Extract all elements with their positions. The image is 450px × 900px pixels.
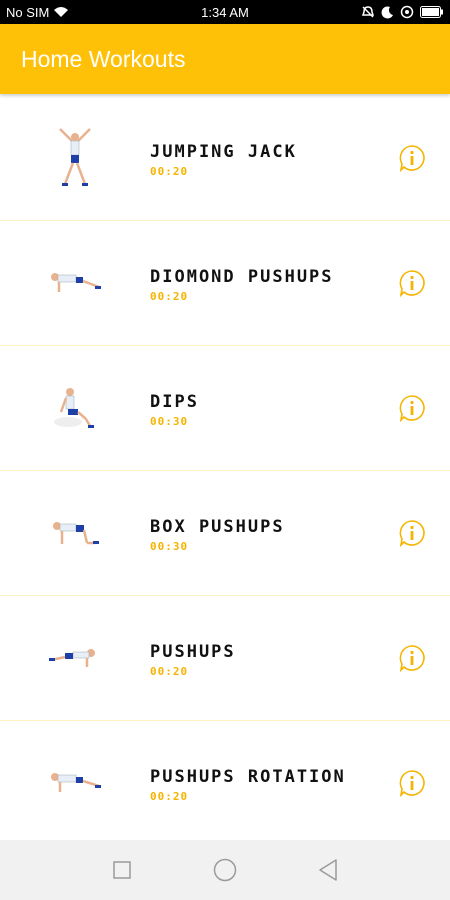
workout-row[interactable]: DIOMOND PUSHUPS 00:20 bbox=[0, 221, 450, 346]
alarm-off-icon bbox=[361, 5, 375, 19]
battery-icon bbox=[420, 6, 444, 18]
pushup-figure bbox=[0, 221, 150, 346]
info-icon[interactable] bbox=[398, 269, 426, 297]
carrier-label: No SIM bbox=[6, 4, 50, 20]
navigation-bar bbox=[0, 840, 450, 900]
app-bar: Home Workouts bbox=[0, 24, 450, 94]
workout-row[interactable]: DIPS 00:30 bbox=[0, 346, 450, 471]
status-time: 1:34 AM bbox=[201, 4, 249, 20]
pushup-figure bbox=[0, 596, 150, 721]
wifi-icon bbox=[53, 6, 69, 18]
info-icon[interactable] bbox=[398, 394, 426, 422]
dips-figure bbox=[0, 346, 150, 471]
workout-row[interactable]: PUSHUPS ROTATION 00:20 bbox=[0, 721, 450, 840]
info-icon[interactable] bbox=[398, 644, 426, 672]
home-icon[interactable] bbox=[212, 857, 238, 883]
battery-saver-icon bbox=[400, 5, 414, 19]
pushup-rotation-figure bbox=[0, 721, 150, 841]
workout-list[interactable]: JUMPING JACK 00:20 DIOMOND PUSHUPS 00:20 bbox=[0, 96, 450, 840]
box-pushup-figure bbox=[0, 471, 150, 596]
app-title: Home Workouts bbox=[21, 45, 186, 72]
info-icon[interactable] bbox=[398, 769, 426, 797]
workout-row[interactable]: JUMPING JACK 00:20 bbox=[0, 96, 450, 221]
back-icon[interactable] bbox=[315, 857, 341, 883]
status-bar: No SIM 1:34 AM bbox=[0, 0, 450, 24]
workout-row[interactable]: BOX PUSHUPS 00:30 bbox=[0, 471, 450, 596]
jumping-jack-figure bbox=[0, 96, 150, 221]
recent-apps-icon[interactable] bbox=[109, 857, 135, 883]
workout-row[interactable]: PUSHUPS 00:20 bbox=[0, 596, 450, 721]
moon-icon bbox=[381, 5, 394, 19]
info-icon[interactable] bbox=[398, 519, 426, 547]
info-icon[interactable] bbox=[398, 144, 426, 172]
